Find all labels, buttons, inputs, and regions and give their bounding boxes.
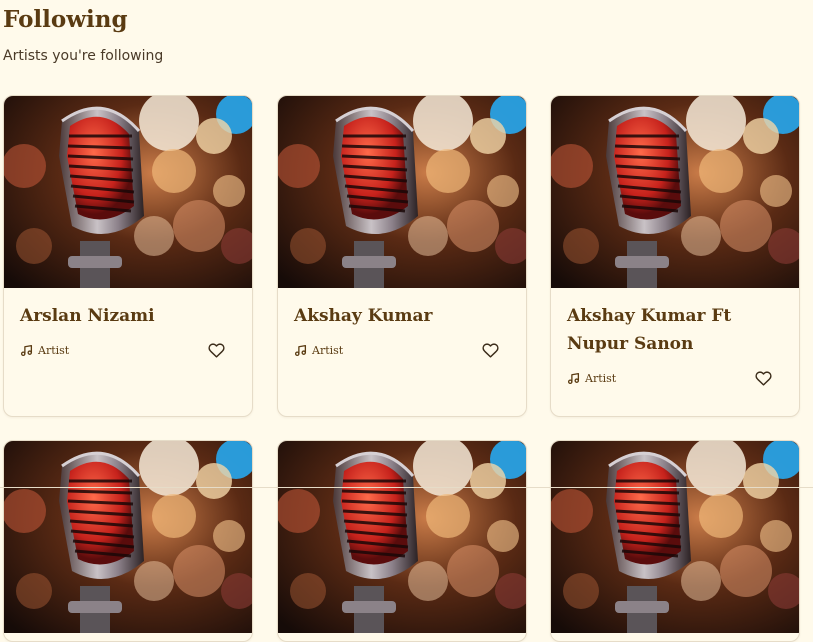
artist-name[interactable]: Akshay Kumar Ft Nupur Sanon: [567, 302, 783, 358]
page-subtitle: Artists you're following: [3, 48, 164, 64]
artist-image: [278, 96, 526, 288]
artist-image: [4, 441, 252, 633]
artist-image: [278, 441, 526, 633]
artist-card[interactable]: [3, 440, 253, 642]
heart-icon[interactable]: [755, 370, 773, 388]
artist-type-label: Artist: [38, 344, 70, 357]
music-note-icon: [20, 344, 33, 357]
page-title: Following: [3, 6, 128, 33]
artist-type-label: Artist: [585, 372, 617, 385]
music-note-icon: [567, 372, 580, 385]
heart-icon[interactable]: [208, 342, 226, 360]
artist-image: [4, 96, 252, 288]
heart-icon[interactable]: [482, 342, 500, 360]
artist-image: [551, 96, 799, 288]
artist-name[interactable]: Akshay Kumar: [294, 302, 510, 330]
artist-name[interactable]: Arslan Nizami: [20, 302, 236, 330]
artist-type-label: Artist: [312, 344, 344, 357]
music-note-icon: [294, 344, 307, 357]
artist-card[interactable]: Arslan Nizami Artist: [3, 95, 253, 417]
artist-type: Artist: [294, 344, 343, 357]
artist-card[interactable]: Akshay Kumar Artist: [277, 95, 527, 417]
artist-card[interactable]: [550, 440, 800, 642]
artist-card[interactable]: Akshay Kumar Ft Nupur Sanon Artist: [550, 95, 800, 417]
artist-type: Artist: [567, 372, 616, 385]
artist-image: [551, 441, 799, 633]
artist-type: Artist: [20, 344, 69, 357]
artist-card[interactable]: [277, 440, 527, 642]
